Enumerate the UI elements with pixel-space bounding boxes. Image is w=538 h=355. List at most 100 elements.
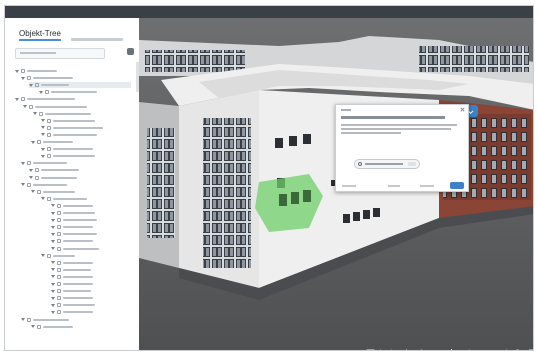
tab-secondary[interactable]: [70, 38, 123, 41]
visibility-checkbox[interactable]: [21, 69, 25, 73]
visibility-checkbox[interactable]: [37, 189, 41, 194]
tree-row[interactable]: [29, 82, 131, 89]
visibility-checkbox[interactable]: [57, 246, 61, 251]
visibility-checkbox[interactable]: [57, 260, 61, 265]
visibility-checkbox[interactable]: [57, 211, 61, 215]
tree-row[interactable]: [21, 182, 131, 188]
chevron-down-icon[interactable]: [21, 76, 25, 80]
chevron-down-icon[interactable]: [15, 69, 19, 73]
chevron-down-icon[interactable]: [51, 232, 55, 236]
dialog-footer-mid[interactable]: [388, 185, 400, 187]
tree-row[interactable]: [51, 238, 131, 244]
tree-row[interactable]: [51, 260, 131, 266]
tree-row[interactable]: [51, 217, 131, 223]
tree-row[interactable]: [51, 246, 131, 252]
chevron-down-icon[interactable]: [29, 83, 33, 87]
visibility-checkbox[interactable]: [47, 118, 51, 123]
tree-row[interactable]: [21, 75, 131, 81]
walk-icon[interactable]: [416, 348, 426, 350]
tree-row[interactable]: [31, 139, 131, 145]
visibility-checkbox[interactable]: [57, 303, 61, 308]
chevron-down-icon[interactable]: [29, 176, 33, 179]
dialog-footer-right[interactable]: [420, 185, 434, 187]
chevron-down-icon[interactable]: [51, 310, 55, 314]
visibility-checkbox[interactable]: [57, 282, 61, 286]
chevron-down-icon[interactable]: [51, 289, 55, 293]
chevron-down-icon[interactable]: [41, 126, 45, 130]
chevron-down-icon[interactable]: [21, 161, 25, 165]
sun-icon[interactable]: [446, 348, 456, 350]
chevron-down-icon[interactable]: [51, 261, 55, 265]
tree-row[interactable]: [51, 231, 131, 237]
chevron-down-icon[interactable]: [41, 147, 45, 151]
visibility-checkbox[interactable]: [35, 83, 39, 88]
visibility-checkbox[interactable]: [39, 111, 43, 116]
visibility-checkbox[interactable]: [35, 175, 39, 180]
chevron-down-icon[interactable]: [51, 239, 55, 243]
visibility-checkbox[interactable]: [57, 267, 61, 272]
visibility-checkbox[interactable]: [47, 125, 51, 130]
gear-icon[interactable]: [127, 48, 134, 55]
tree-row[interactable]: [15, 68, 131, 74]
visibility-checkbox[interactable]: [37, 140, 41, 144]
chevron-down-icon[interactable]: [31, 190, 35, 194]
visibility-checkbox[interactable]: [47, 196, 51, 201]
tree-row[interactable]: [41, 196, 131, 202]
visibility-checkbox[interactable]: [57, 232, 61, 237]
visibility-checkbox[interactable]: [57, 203, 61, 208]
visibility-checkbox[interactable]: [27, 76, 31, 81]
camera-icon[interactable]: [431, 348, 441, 350]
tree-row[interactable]: [29, 167, 131, 173]
chevron-down-icon[interactable]: [41, 197, 45, 201]
close-icon[interactable]: [460, 107, 465, 112]
tree-row[interactable]: [51, 309, 131, 315]
chevron-down-icon[interactable]: [15, 97, 19, 101]
chevron-down-icon[interactable]: [41, 119, 45, 123]
chevron-down-icon[interactable]: [51, 204, 55, 208]
visibility-checkbox[interactable]: [27, 161, 31, 166]
visibility-checkbox[interactable]: [47, 154, 51, 159]
visibility-checkbox[interactable]: [57, 225, 61, 230]
object-chip[interactable]: [354, 159, 420, 169]
tree-row[interactable]: [51, 267, 131, 273]
visibility-checkbox[interactable]: [29, 104, 33, 109]
chevron-down-icon[interactable]: [51, 303, 55, 307]
tree-row[interactable]: [51, 274, 131, 280]
chevron-down-icon[interactable]: [51, 211, 55, 215]
visibility-checkbox[interactable]: [57, 239, 61, 244]
chevron-down-icon[interactable]: [51, 296, 55, 300]
chevron-down-icon[interactable]: [33, 112, 37, 116]
visibility-checkbox[interactable]: [35, 168, 39, 173]
tree-row[interactable]: [21, 160, 131, 166]
chevron-down-icon[interactable]: [51, 268, 55, 272]
tree-row[interactable]: [41, 146, 131, 152]
tree-row[interactable]: [33, 111, 131, 117]
chevron-down-icon[interactable]: [23, 105, 27, 108]
tree-row[interactable]: [41, 153, 131, 159]
tree-row[interactable]: [41, 125, 131, 131]
visibility-checkbox[interactable]: [47, 253, 51, 258]
tree-row[interactable]: [51, 302, 131, 308]
tree-row[interactable]: [31, 324, 131, 330]
tab-object-tree[interactable]: Objekt-Tree: [19, 29, 61, 41]
chevron-down-icon[interactable]: [21, 183, 25, 187]
chevron-down-icon[interactable]: [51, 275, 55, 279]
visibility-checkbox[interactable]: [57, 274, 61, 279]
tree-row[interactable]: [21, 317, 131, 323]
chevron-down-icon[interactable]: [41, 133, 45, 137]
visibility-checkbox[interactable]: [45, 90, 49, 95]
model-tree-icon[interactable]: [512, 348, 522, 350]
chevron-down-icon[interactable]: [51, 247, 55, 250]
tree-row[interactable]: [39, 89, 131, 95]
section-icon[interactable]: [365, 348, 375, 350]
orbit-icon[interactable]: [386, 348, 396, 350]
tree-row[interactable]: [51, 281, 131, 287]
chevron-down-icon[interactable]: [21, 318, 25, 321]
chevron-down-icon[interactable]: [31, 140, 35, 144]
chevron-down-icon[interactable]: [51, 282, 55, 286]
tree-row[interactable]: [51, 210, 131, 216]
visibility-checkbox[interactable]: [57, 289, 61, 294]
chevron-down-icon[interactable]: [41, 254, 45, 258]
tree-row[interactable]: [41, 253, 131, 259]
tree-row[interactable]: [29, 175, 131, 181]
